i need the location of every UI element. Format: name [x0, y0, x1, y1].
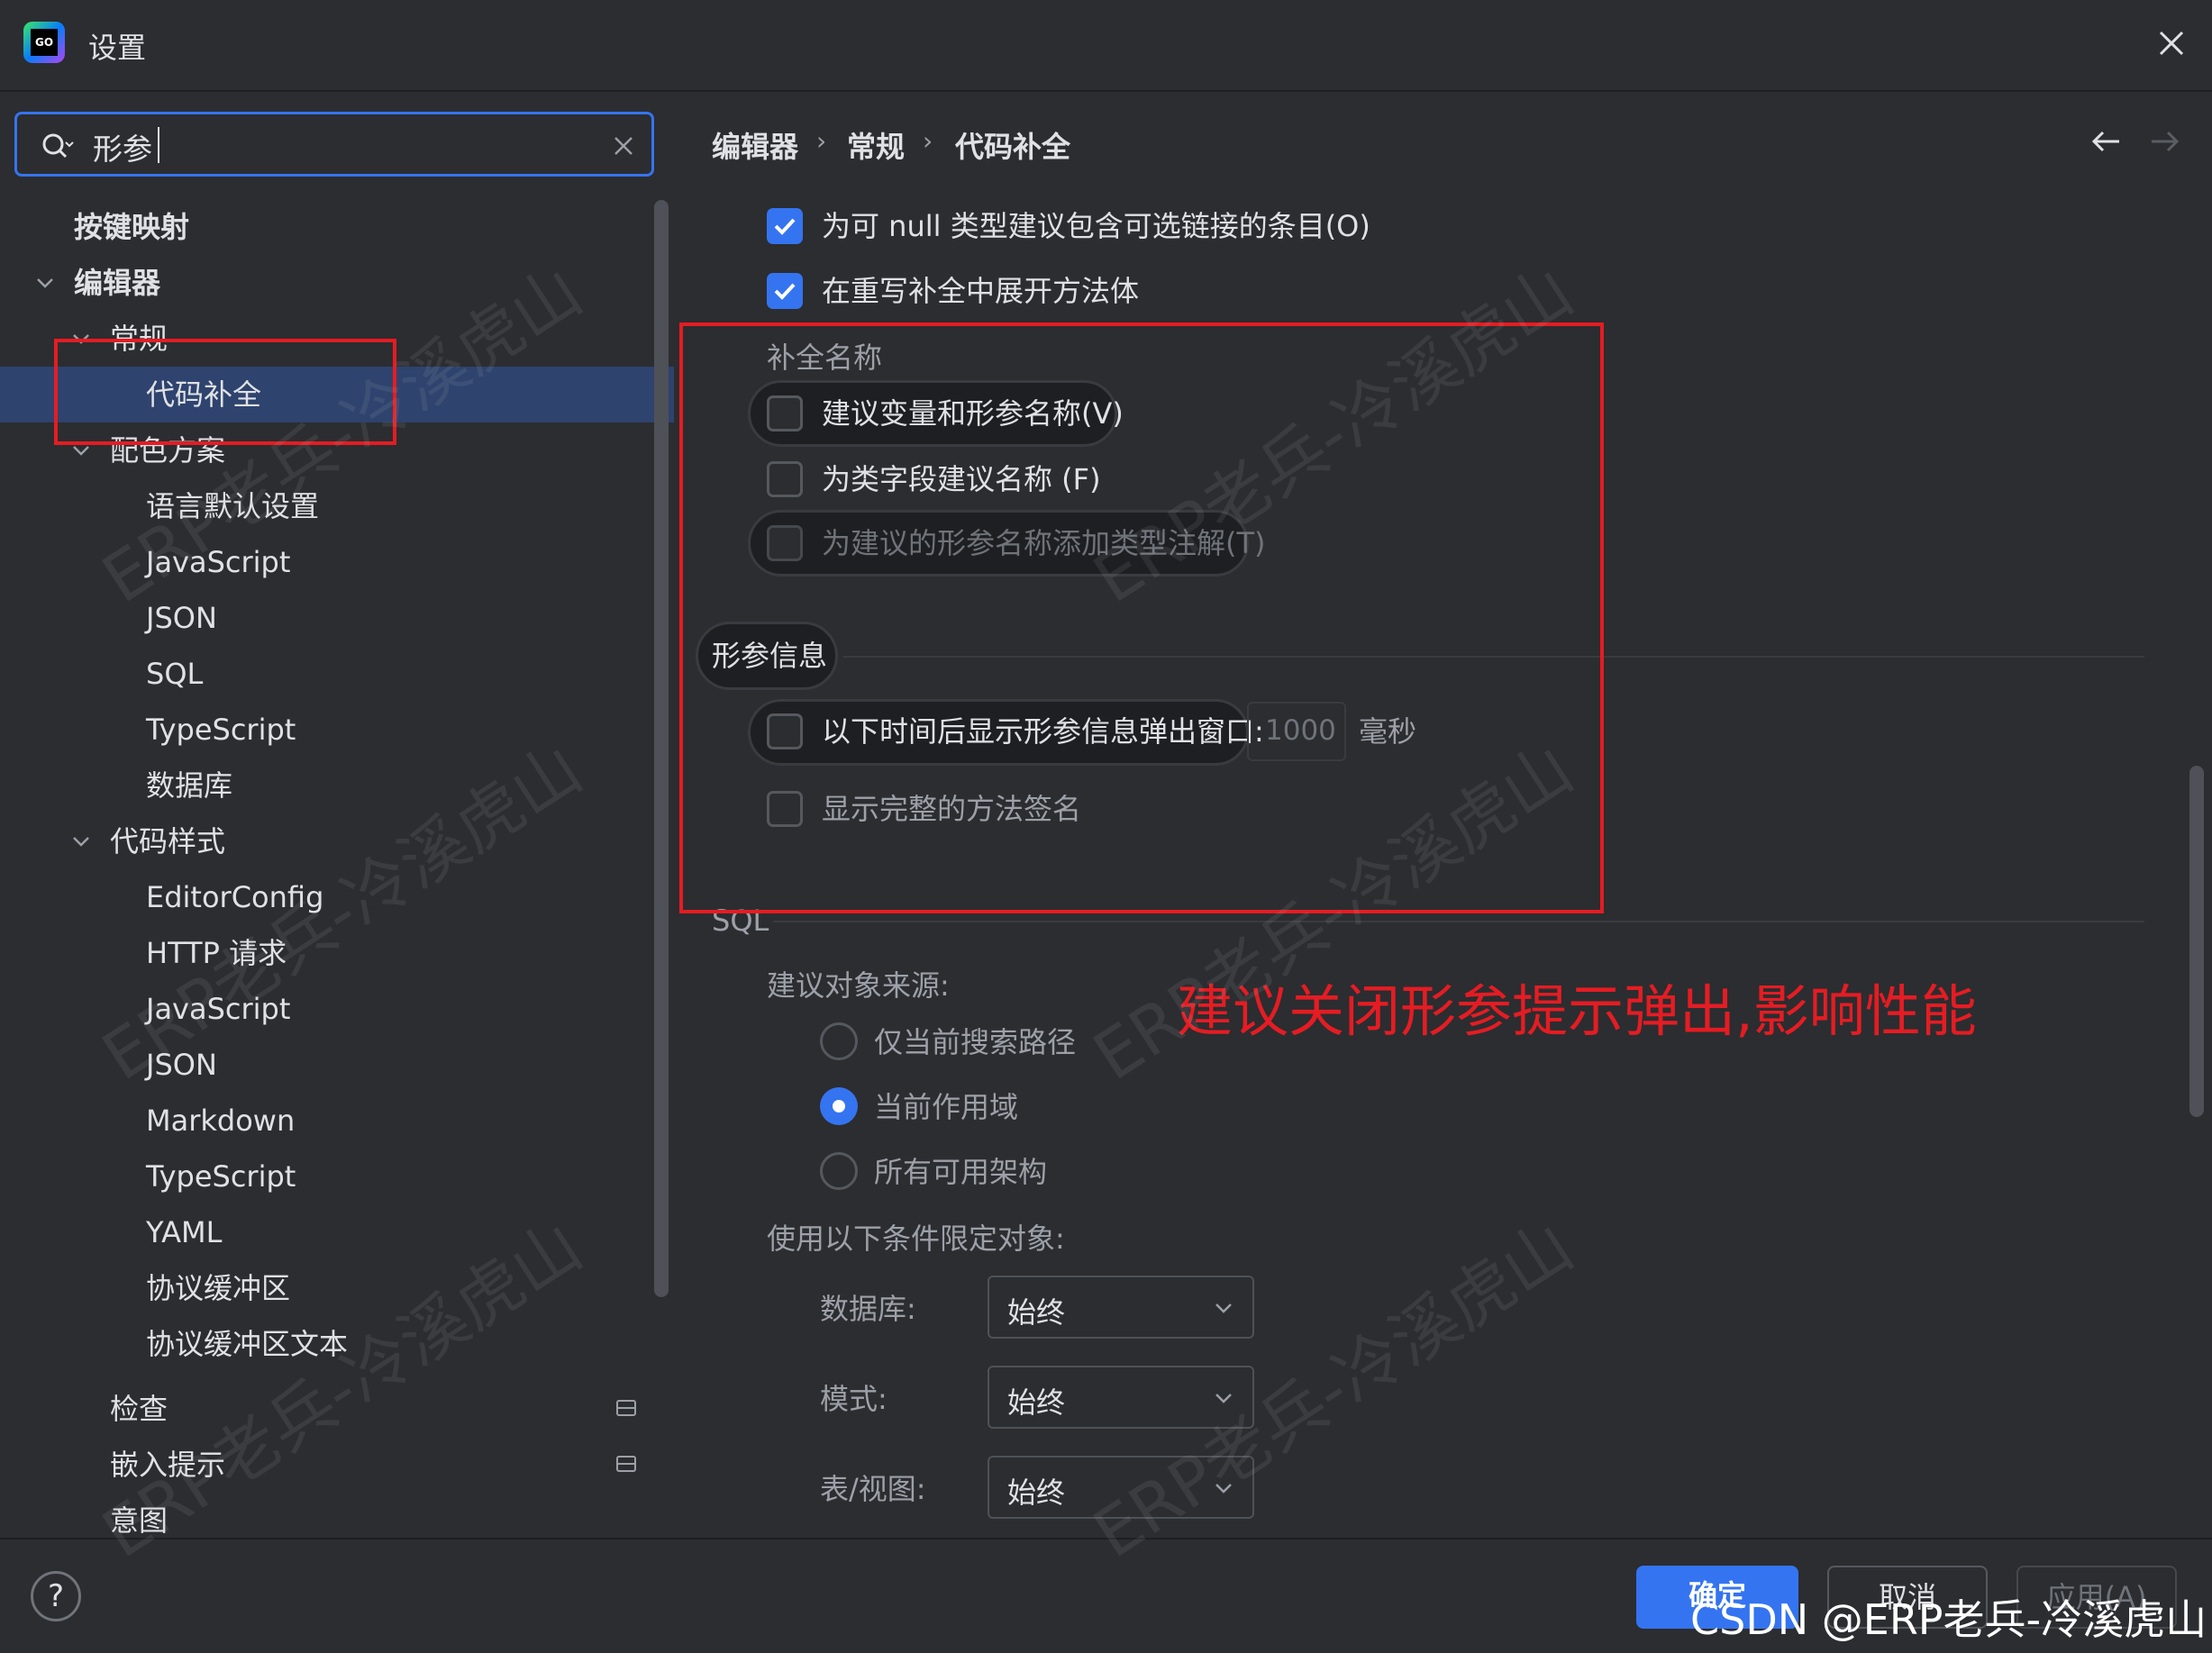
tree-scrollbar[interactable]	[654, 200, 669, 1297]
nullable-chain-checkbox[interactable]	[767, 208, 803, 244]
radio-current-scope[interactable]	[820, 1087, 858, 1125]
tree-item-style-editorconfig[interactable]: EditorConfig	[146, 872, 323, 922]
clear-search-icon[interactable]	[612, 134, 635, 158]
chevron-down-icon	[1215, 1484, 1232, 1494]
search-icon	[42, 133, 74, 159]
breadcrumb: 编辑器 › 常规 › 代码补全	[676, 92, 2212, 186]
search-query: 形参	[93, 132, 152, 167]
close-icon[interactable]	[2152, 23, 2191, 63]
tree-item-style-protobuf-text[interactable]: 协议缓冲区文本	[146, 1319, 348, 1369]
qualify-table-select[interactable]: 始终	[988, 1456, 1254, 1519]
tree-item-inlay-hints[interactable]: 嵌入提示	[110, 1440, 225, 1490]
tree-item-style-markdown[interactable]: Markdown	[146, 1095, 295, 1146]
csdn-credit: CSDN @ERP老兵-冷溪虎山	[1690, 1595, 2207, 1644]
content-scrollbar[interactable]	[2189, 766, 2204, 1117]
tree-item-color-typescript[interactable]: TypeScript	[146, 704, 296, 755]
project-settings-icon	[616, 1400, 636, 1416]
tree-item-editor[interactable]: 编辑器	[74, 258, 160, 308]
tree-item-code-style[interactable]: 代码样式	[110, 816, 225, 867]
annotation-text: 建议关闭形参提示弹出,影响性能	[1177, 978, 1977, 1044]
tree-item-color-sql[interactable]: SQL	[146, 649, 203, 699]
help-button[interactable]: ?	[31, 1571, 81, 1621]
qualify-database-select[interactable]: 始终	[988, 1276, 1254, 1339]
chevron-down-icon[interactable]	[34, 272, 56, 294]
radio-current-scope-label[interactable]: 当前作用域	[874, 1089, 1018, 1125]
chevron-down-icon[interactable]	[70, 831, 92, 852]
tree-item-color-database[interactable]: 数据库	[146, 760, 232, 811]
nullable-chain-label[interactable]: 为可 null 类型建议包含可选链接的条目(O)	[822, 208, 1370, 244]
qualify-database-value: 始终	[1007, 1295, 1066, 1330]
tree-item-style-json[interactable]: JSON	[146, 1040, 217, 1090]
tree-item-color-javascript[interactable]: JavaScript	[146, 537, 290, 587]
goland-logo-icon: GO	[23, 22, 65, 63]
title-bar: GO 设置	[0, 0, 2212, 92]
chevron-down-icon	[1215, 1394, 1232, 1403]
project-settings-icon	[616, 1456, 636, 1472]
annotation-box-param-settings	[679, 322, 1604, 913]
tree-item-inspections[interactable]: 检查	[110, 1384, 168, 1434]
qualify-table-value: 始终	[1007, 1476, 1066, 1510]
sql-source-label: 建议对象来源:	[767, 968, 950, 1003]
qualify-schema-value: 始终	[1007, 1385, 1066, 1420]
radio-current-search-path[interactable]	[820, 1022, 858, 1060]
tree-item-keymap[interactable]: 按键映射	[74, 202, 189, 252]
forward-arrow-icon[interactable]	[2148, 128, 2180, 155]
radio-current-search-path-label[interactable]: 仅当前搜索路径	[874, 1024, 1076, 1060]
back-arrow-icon[interactable]	[2090, 128, 2123, 155]
tree-item-style-http[interactable]: HTTP 请求	[146, 928, 287, 978]
breadcrumb-editor[interactable]: 编辑器	[712, 124, 798, 166]
tree-item-style-yaml[interactable]: YAML	[146, 1207, 222, 1258]
expand-method-body-label[interactable]: 在重写补全中展开方法体	[822, 273, 1139, 309]
settings-search-input[interactable]: 形参	[14, 112, 654, 177]
checkmark-icon	[774, 283, 796, 300]
tree-item-color-language-defaults[interactable]: 语言默认设置	[146, 481, 319, 531]
breadcrumb-separator: ›	[816, 126, 827, 156]
tree-item-style-typescript[interactable]: TypeScript	[146, 1151, 296, 1202]
expand-method-body-checkbox[interactable]	[767, 273, 803, 309]
section-divider	[773, 921, 2144, 922]
breadcrumb-general[interactable]: 常规	[847, 124, 905, 166]
qualify-schema-select[interactable]: 始终	[988, 1366, 1254, 1429]
qualify-database-label: 数据库:	[820, 1292, 916, 1326]
radio-all-schemas-label[interactable]: 所有可用架构	[874, 1154, 1047, 1190]
breadcrumb-code-completion: 代码补全	[955, 130, 1071, 164]
tree-item-style-javascript[interactable]: JavaScript	[146, 984, 290, 1034]
chevron-down-icon	[1215, 1303, 1232, 1313]
breadcrumb-separator: ›	[923, 126, 933, 156]
sql-qualify-label: 使用以下条件限定对象:	[767, 1222, 1065, 1256]
qualify-schema-label: 模式:	[820, 1382, 888, 1416]
tree-item-style-protobuf[interactable]: 协议缓冲区	[146, 1263, 290, 1313]
window-title: 设置	[88, 31, 147, 65]
text-cursor	[158, 127, 159, 163]
tree-item-color-json[interactable]: JSON	[146, 593, 217, 643]
checkmark-icon	[774, 218, 796, 235]
radio-all-schemas[interactable]	[820, 1152, 858, 1190]
qualify-table-label: 表/视图:	[820, 1472, 926, 1506]
annotation-box-tree	[54, 339, 396, 445]
